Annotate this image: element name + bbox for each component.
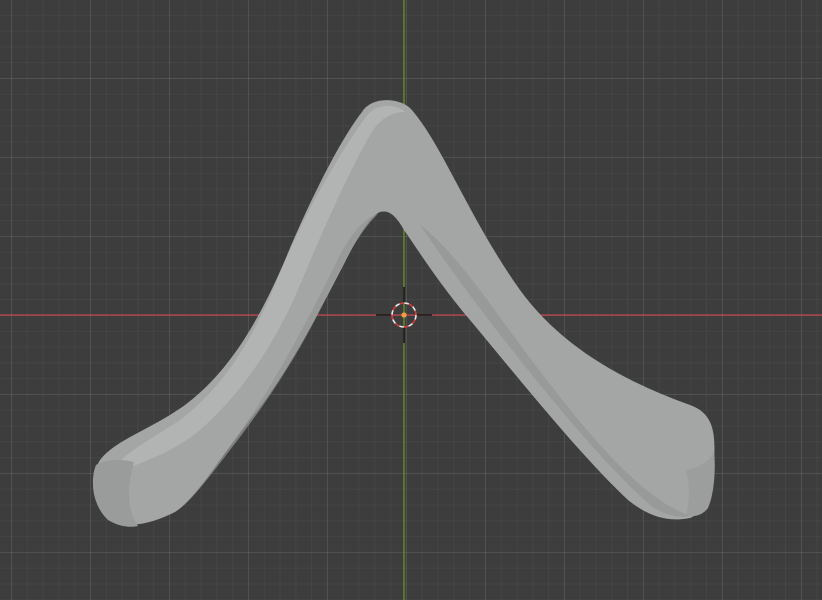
3d-cursor-icon[interactable]: [376, 287, 432, 343]
viewport-scene: [0, 0, 822, 600]
cursor-center-dot: [401, 312, 407, 318]
3d-viewport[interactable]: [0, 0, 822, 600]
